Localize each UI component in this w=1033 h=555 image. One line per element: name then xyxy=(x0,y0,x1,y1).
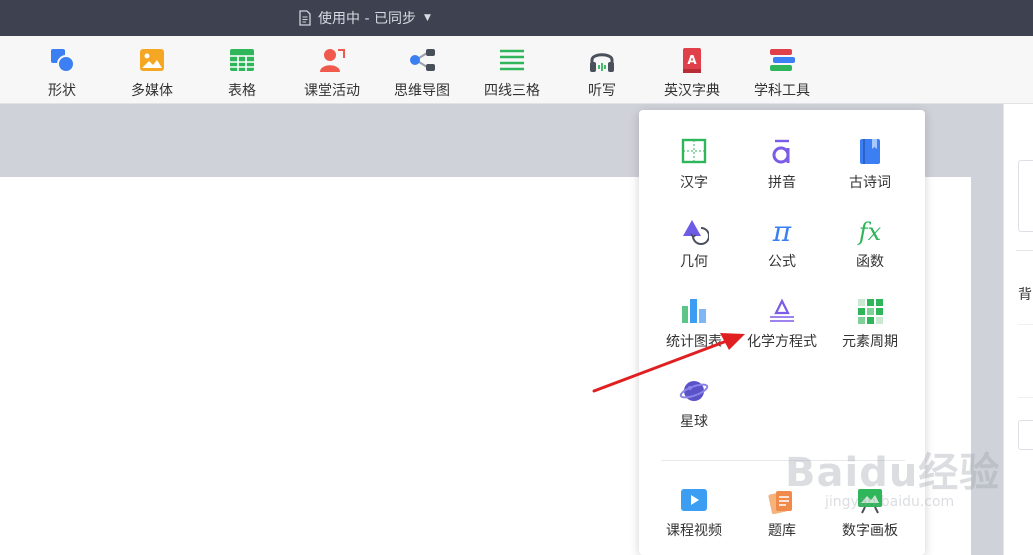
insert-toolbar: 形状 多媒体 表格 课堂活动 思维导图 四线三格 听写 A 英汉字典 学科工具 xyxy=(0,36,1033,104)
toolbar-dictionary-label: 英汉字典 xyxy=(664,83,720,99)
toolbar-table-label: 表格 xyxy=(228,83,256,99)
menu-item-course-video-label: 课程视频 xyxy=(666,523,722,539)
menu-item-hanzi-label: 汉字 xyxy=(680,175,708,191)
sync-status-dropdown[interactable]: 使用中 - 已同步 ▼ xyxy=(298,8,431,28)
hanzi-icon xyxy=(681,138,707,164)
menu-item-geometry-label: 几何 xyxy=(680,254,708,270)
poetry-book-icon xyxy=(860,139,880,164)
menu-item-function[interactable]: fx 函数 xyxy=(825,216,915,271)
menu-item-chemical-equation[interactable]: 化学方程式 xyxy=(737,296,827,351)
menu-item-periodic-table[interactable]: 元素周期 xyxy=(825,296,915,351)
toolbar-shape-label: 形状 xyxy=(48,83,76,99)
toolbar-dictionary[interactable]: A 英汉字典 xyxy=(647,46,737,100)
panel-input[interactable] xyxy=(1018,420,1033,450)
caret-down-icon: ▼ xyxy=(423,13,431,23)
planet-icon xyxy=(679,381,709,401)
menu-item-pinyin[interactable]: 拼音 xyxy=(737,137,827,192)
course-video-icon xyxy=(681,489,707,511)
periodic-table-icon xyxy=(858,299,883,324)
pinyin-icon xyxy=(772,139,790,164)
menu-item-pinyin-label: 拼音 xyxy=(768,175,796,191)
toolbar-mindmap[interactable]: 思维导图 xyxy=(377,46,467,100)
subject-tools-menu: 汉字 拼音 古诗词 几何 π 公式 fx 函数 统计图表 化学方程式 元素周期 … xyxy=(639,110,925,555)
document-icon xyxy=(299,10,311,26)
menu-item-poetry-label: 古诗词 xyxy=(849,175,891,191)
mindmap-icon xyxy=(410,49,435,71)
menu-item-course-video[interactable]: 课程视频 xyxy=(649,485,739,540)
panel-background-options[interactable] xyxy=(1018,324,1033,398)
svg-text:π: π xyxy=(772,216,792,246)
svg-text:fx: fx xyxy=(857,218,882,246)
panel-background-label: 背 xyxy=(1018,287,1032,303)
statistics-chart-icon xyxy=(682,299,706,323)
table-icon xyxy=(230,49,254,71)
digital-drawing-board-icon xyxy=(858,489,882,514)
chemical-equation-icon xyxy=(770,298,794,322)
menu-item-planet[interactable]: 星球 xyxy=(649,376,739,431)
svg-text:A: A xyxy=(687,53,697,67)
menu-item-hanzi[interactable]: 汉字 xyxy=(649,137,739,192)
toolbar-table[interactable]: 表格 xyxy=(197,46,287,100)
toolbar-classroom-activity[interactable]: 课堂活动 xyxy=(287,46,377,100)
shape-icon xyxy=(51,49,75,73)
toolbar-media-label: 多媒体 xyxy=(131,83,173,99)
toolbar-subject-tools[interactable]: 学科工具 xyxy=(737,46,827,100)
dictionary-icon: A xyxy=(683,48,701,73)
toolbar-dictation[interactable]: 听写 xyxy=(557,46,647,100)
menu-item-question-bank-label: 题库 xyxy=(768,523,796,539)
menu-item-planet-label: 星球 xyxy=(680,414,708,430)
menu-item-digital-drawing-board[interactable]: 数字画板 xyxy=(825,485,915,540)
toolbar-subject-tools-label: 学科工具 xyxy=(754,83,810,99)
menu-item-digital-drawing-board-label: 数字画板 xyxy=(842,523,898,539)
toolbar-four-line-grid-label: 四线三格 xyxy=(484,83,540,99)
classroom-activity-icon xyxy=(320,49,345,72)
four-line-grid-icon xyxy=(500,49,524,71)
menu-item-formula-label: 公式 xyxy=(768,254,796,270)
toolbar-media[interactable]: 多媒体 xyxy=(107,46,197,100)
menu-item-formula[interactable]: π 公式 xyxy=(737,216,827,271)
toolbar-mindmap-label: 思维导图 xyxy=(394,83,450,99)
menu-item-chemical-equation-label: 化学方程式 xyxy=(747,334,817,350)
menu-item-geometry[interactable]: 几何 xyxy=(649,216,739,271)
media-icon xyxy=(140,49,164,71)
menu-item-poetry[interactable]: 古诗词 xyxy=(825,137,915,192)
panel-divider xyxy=(1016,250,1033,251)
menu-item-statistics-chart[interactable]: 统计图表 xyxy=(649,296,739,351)
panel-preview-box[interactable] xyxy=(1018,160,1033,232)
function-fx-icon: fx xyxy=(857,218,882,246)
sync-status-text: 使用中 - 已同步 xyxy=(318,11,416,27)
titlebar: 使用中 - 已同步 ▼ xyxy=(0,0,1033,36)
toolbar-shape[interactable]: 形状 xyxy=(17,46,107,100)
menu-divider xyxy=(661,460,905,461)
toolbar-dictation-label: 听写 xyxy=(588,83,616,99)
menu-item-statistics-chart-label: 统计图表 xyxy=(666,334,722,350)
formula-pi-icon: π xyxy=(772,216,792,246)
menu-item-question-bank[interactable]: 题库 xyxy=(737,485,827,540)
toolbar-four-line-grid[interactable]: 四线三格 xyxy=(467,46,557,100)
geometry-icon xyxy=(683,220,709,245)
properties-panel: 背 xyxy=(1003,104,1033,555)
dictation-headphones-icon xyxy=(590,53,614,72)
menu-item-periodic-table-label: 元素周期 xyxy=(842,334,898,350)
question-bank-icon xyxy=(768,491,792,515)
menu-item-function-label: 函数 xyxy=(856,254,884,270)
subject-tools-icon xyxy=(770,49,795,71)
toolbar-classroom-activity-label: 课堂活动 xyxy=(304,83,360,99)
